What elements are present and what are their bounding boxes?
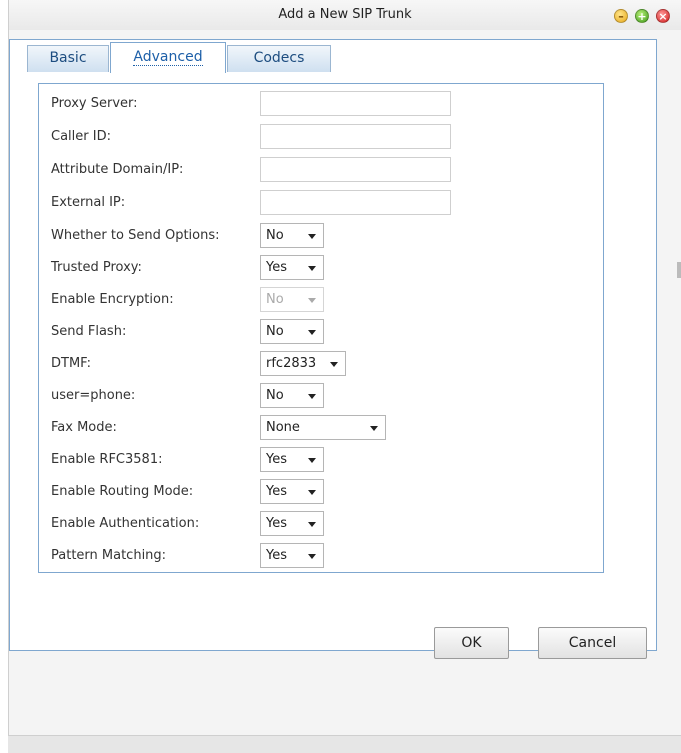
send-flash-value: No bbox=[266, 324, 284, 339]
row-user-phone: user=phone: No bbox=[39, 383, 603, 409]
enable-encryption-label: Enable Encryption: bbox=[51, 292, 174, 307]
enable-routing-mode-label: Enable Routing Mode: bbox=[51, 484, 194, 499]
chevron-down-icon bbox=[308, 266, 316, 271]
chevron-down-icon bbox=[308, 522, 316, 527]
fax-mode-label: Fax Mode: bbox=[51, 420, 117, 435]
chevron-down-icon bbox=[308, 234, 316, 239]
row-external-ip: External IP: bbox=[39, 190, 603, 216]
tab-basic[interactable]: Basic bbox=[27, 45, 109, 72]
minimize-icon[interactable]: – bbox=[614, 9, 628, 23]
proxy-server-label: Proxy Server: bbox=[51, 96, 138, 111]
row-enable-routing-mode: Enable Routing Mode: Yes bbox=[39, 479, 603, 505]
tab-codecs[interactable]: Codecs bbox=[227, 45, 331, 72]
chevron-down-icon bbox=[308, 298, 316, 303]
status-bar bbox=[8, 735, 681, 753]
row-enable-rfc3581: Enable RFC3581: Yes bbox=[39, 447, 603, 473]
close-icon[interactable]: × bbox=[656, 9, 670, 23]
pattern-matching-select[interactable]: Yes bbox=[260, 543, 324, 568]
row-proxy-server: Proxy Server: bbox=[39, 91, 603, 117]
proxy-server-input[interactable] bbox=[260, 91, 451, 116]
row-enable-authentication: Enable Authentication: Yes bbox=[39, 511, 603, 537]
window-body: Basic Advanced Codecs Proxy Server: Call… bbox=[8, 30, 681, 753]
dtmf-select[interactable]: rfc2833 bbox=[260, 351, 346, 376]
chevron-down-icon bbox=[308, 490, 316, 495]
caller-id-input[interactable] bbox=[260, 124, 451, 149]
row-pattern-matching: Pattern Matching: Yes bbox=[39, 543, 603, 569]
row-enable-encryption: Enable Encryption: No bbox=[39, 287, 603, 313]
enable-encryption-select: No bbox=[260, 287, 324, 312]
chevron-down-icon bbox=[330, 362, 338, 367]
send-flash-label: Send Flash: bbox=[51, 324, 127, 339]
row-trusted-proxy: Trusted Proxy: Yes bbox=[39, 255, 603, 281]
enable-rfc3581-value: Yes bbox=[266, 452, 287, 467]
advanced-settings-panel: Proxy Server: Caller ID: Attribute Domai… bbox=[38, 83, 604, 573]
user-phone-value: No bbox=[266, 388, 284, 403]
row-send-options: Whether to Send Options: No bbox=[39, 223, 603, 249]
tab-advanced[interactable]: Advanced bbox=[110, 42, 226, 73]
enable-routing-mode-select[interactable]: Yes bbox=[260, 479, 324, 504]
user-phone-select[interactable]: No bbox=[260, 383, 324, 408]
resize-handle[interactable] bbox=[677, 262, 681, 278]
ok-button[interactable]: OK bbox=[434, 627, 509, 659]
trusted-proxy-select[interactable]: Yes bbox=[260, 255, 324, 280]
chevron-down-icon bbox=[370, 426, 378, 431]
user-phone-label: user=phone: bbox=[51, 388, 136, 403]
dialog-frame: Basic Advanced Codecs Proxy Server: Call… bbox=[9, 39, 657, 659]
row-caller-id: Caller ID: bbox=[39, 124, 603, 150]
tab-advanced-label: Advanced bbox=[133, 49, 203, 66]
enable-authentication-value: Yes bbox=[266, 516, 287, 531]
enable-encryption-value: No bbox=[266, 292, 284, 307]
fax-mode-select[interactable]: None bbox=[260, 415, 386, 440]
send-flash-select[interactable]: No bbox=[260, 319, 324, 344]
maximize-icon[interactable]: + bbox=[635, 9, 649, 23]
enable-routing-mode-value: Yes bbox=[266, 484, 287, 499]
enable-authentication-select[interactable]: Yes bbox=[260, 511, 324, 536]
chevron-down-icon bbox=[308, 458, 316, 463]
enable-rfc3581-label: Enable RFC3581: bbox=[51, 452, 163, 467]
cancel-button[interactable]: Cancel bbox=[538, 627, 647, 659]
chevron-down-icon bbox=[308, 394, 316, 399]
window-title: Add a New SIP Trunk bbox=[278, 7, 412, 22]
pattern-matching-label: Pattern Matching: bbox=[51, 548, 167, 563]
attribute-domain-label: Attribute Domain/IP: bbox=[51, 162, 184, 177]
row-attribute-domain: Attribute Domain/IP: bbox=[39, 157, 603, 183]
external-ip-label: External IP: bbox=[51, 195, 126, 210]
external-ip-input[interactable] bbox=[260, 190, 451, 215]
send-options-label: Whether to Send Options: bbox=[51, 228, 220, 243]
dtmf-value: rfc2833 bbox=[266, 356, 317, 371]
pattern-matching-value: Yes bbox=[266, 548, 287, 563]
row-dtmf: DTMF: rfc2833 bbox=[39, 351, 603, 377]
send-options-select[interactable]: No bbox=[260, 223, 324, 248]
enable-authentication-label: Enable Authentication: bbox=[51, 516, 200, 531]
send-options-value: No bbox=[266, 228, 284, 243]
row-fax-mode: Fax Mode: None bbox=[39, 415, 603, 441]
chevron-down-icon bbox=[308, 330, 316, 335]
trusted-proxy-value: Yes bbox=[266, 260, 287, 275]
enable-rfc3581-select[interactable]: Yes bbox=[260, 447, 324, 472]
caller-id-label: Caller ID: bbox=[51, 129, 111, 144]
row-send-flash: Send Flash: No bbox=[39, 319, 603, 345]
dtmf-label: DTMF: bbox=[51, 356, 92, 371]
title-bar: Add a New SIP Trunk – + × bbox=[8, 0, 681, 30]
trusted-proxy-label: Trusted Proxy: bbox=[51, 260, 142, 275]
fax-mode-value: None bbox=[266, 420, 300, 435]
attribute-domain-input[interactable] bbox=[260, 157, 451, 182]
chevron-down-icon bbox=[308, 554, 316, 559]
